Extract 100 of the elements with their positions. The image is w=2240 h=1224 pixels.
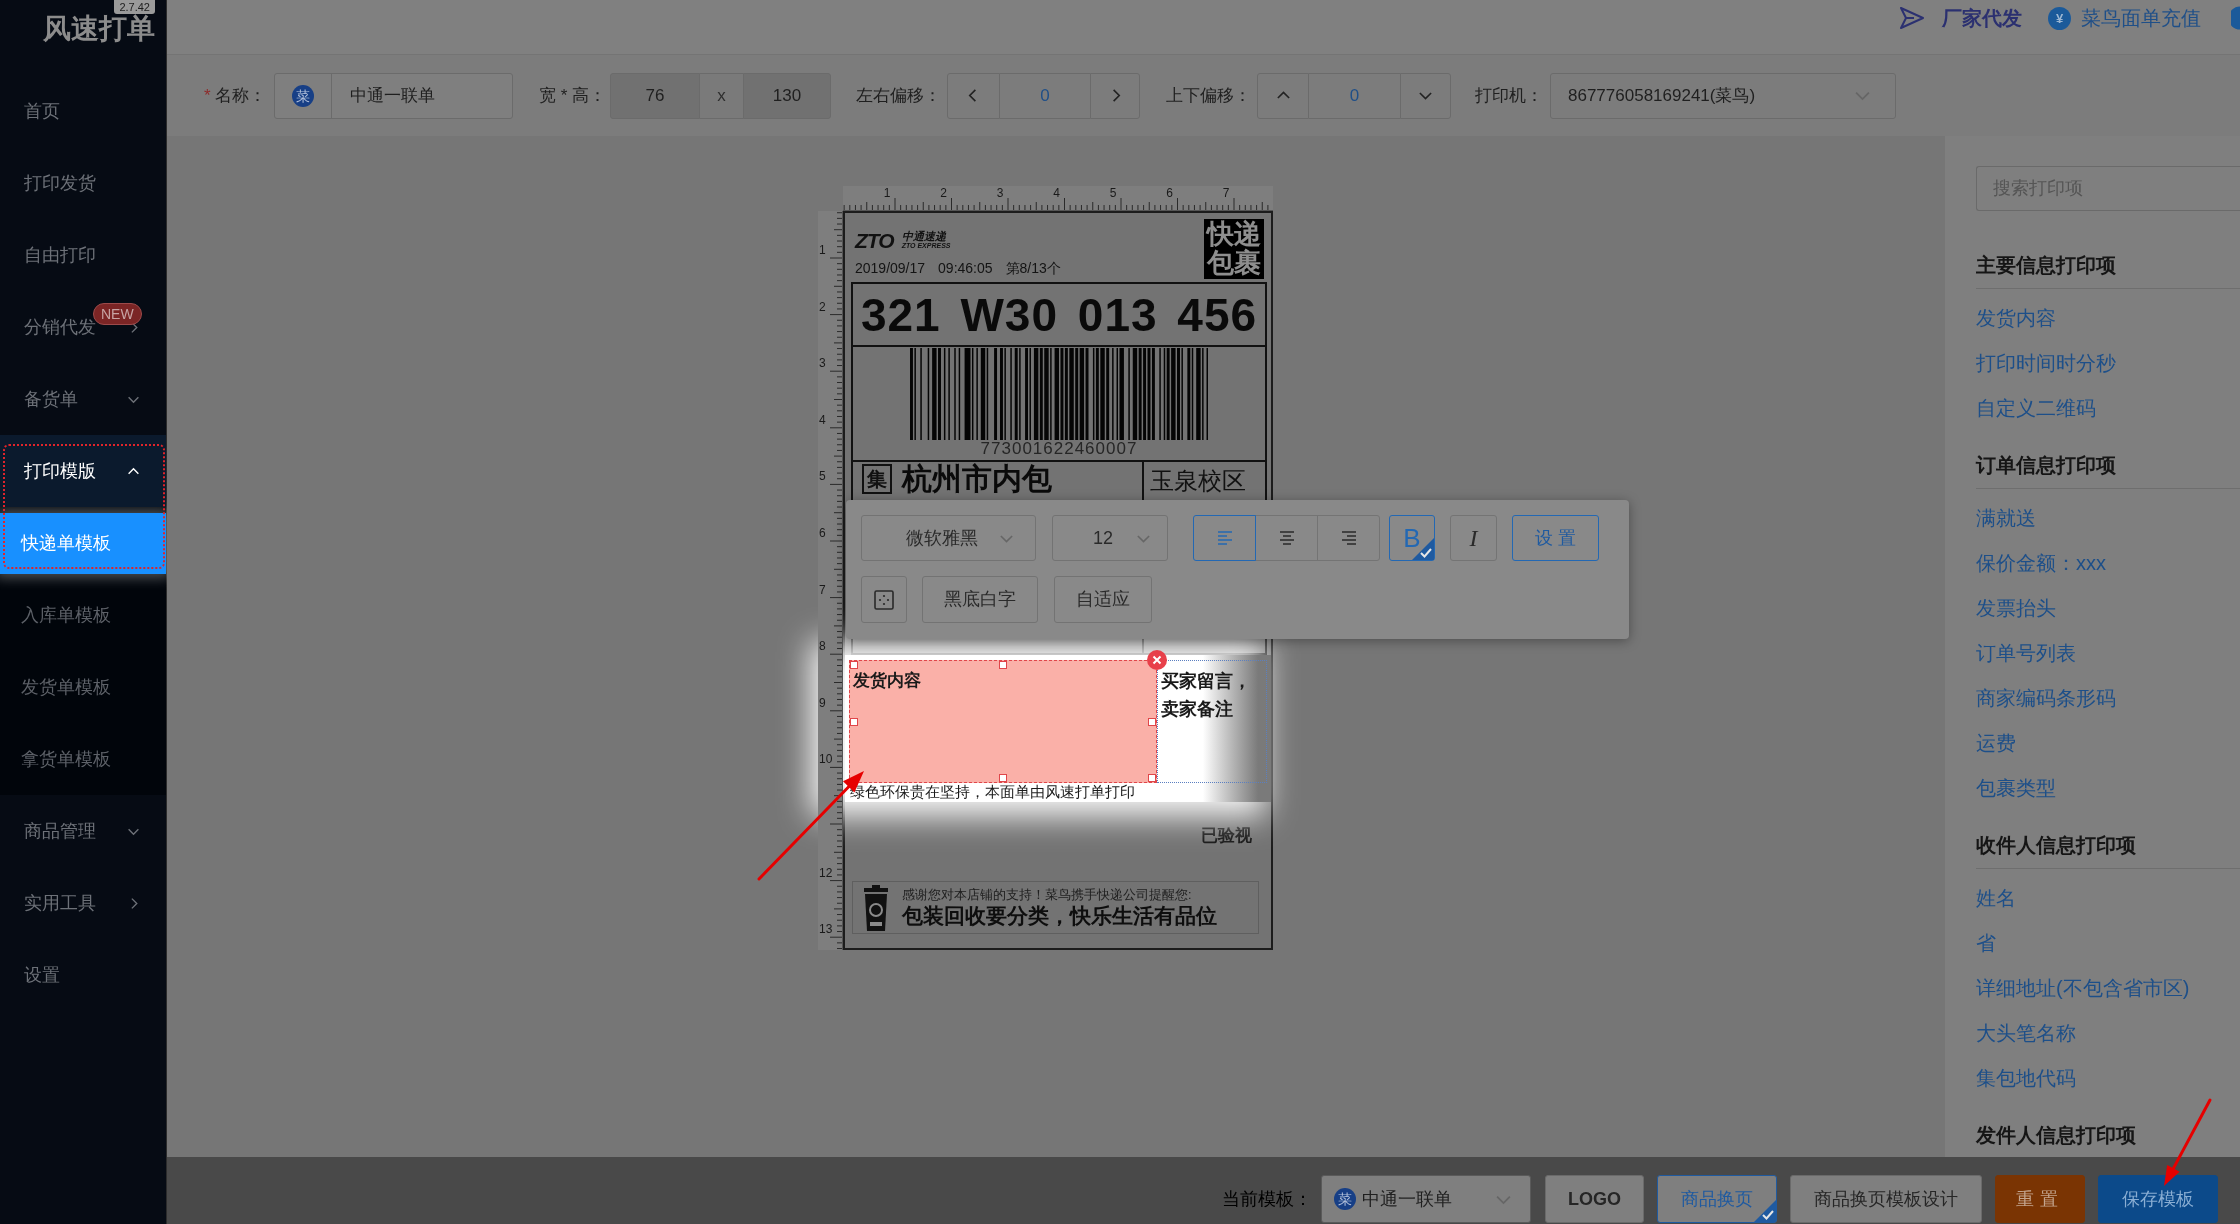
submenu-item[interactable]: 拿货单模板: [0, 728, 166, 790]
inspection-mark: 已验视: [1201, 826, 1252, 846]
section-title: 收件人信息打印项: [1976, 821, 2240, 869]
frame-toggle-button[interactable]: [861, 576, 907, 623]
ruler-number: 2: [819, 300, 826, 313]
offset-x-field[interactable]: 0: [1000, 72, 1090, 119]
print-item-link[interactable]: 包裹类型: [1976, 765, 2056, 810]
ruler-number: 4: [1053, 187, 1060, 199]
align-right-icon: [1340, 531, 1357, 545]
dotted-square-icon: [874, 589, 894, 610]
submenu-item[interactable]: 发货单模板: [0, 656, 166, 718]
ruler-number: 6: [1166, 187, 1173, 199]
check-corner-icon: [1754, 1200, 1776, 1222]
sidebar-item[interactable]: 商品管理: [0, 795, 166, 867]
sidebar-item[interactable]: 打印模版: [0, 435, 166, 507]
parcel-count: 第8/13个: [1005, 260, 1061, 276]
resize-handle[interactable]: [999, 774, 1007, 782]
align-center-icon: [1278, 531, 1295, 545]
resize-handle[interactable]: [1148, 717, 1156, 726]
label-field[interactable]: 发货内容: [849, 660, 1157, 783]
print-item-link[interactable]: 运费: [1976, 720, 2016, 765]
print-item-link[interactable]: 发货内容: [1976, 295, 2056, 340]
align-center-button[interactable]: [1255, 515, 1318, 561]
print-item-link[interactable]: 发票抬头: [1976, 585, 2056, 630]
sidebar-item[interactable]: 备货单: [0, 363, 166, 435]
footer-button[interactable]: 保存模板: [2098, 1175, 2218, 1223]
print-item-link[interactable]: 满就送: [1976, 495, 2036, 540]
ruler-number: 10: [819, 753, 833, 766]
name-field[interactable]: 菜 中通一联单: [274, 72, 513, 119]
font-select[interactable]: 微软雅黑: [861, 515, 1036, 561]
settings-button[interactable]: 设置: [1512, 515, 1599, 561]
field-label: 左右偏移：: [856, 84, 941, 107]
slogan: 包装回收要分类，快乐生活有品位: [902, 902, 1217, 928]
autofit-button[interactable]: 自适应: [1054, 576, 1152, 623]
resize-handle[interactable]: [1148, 774, 1156, 782]
header-link[interactable]: 厂家代发: [1899, 1, 2022, 35]
ruler-number: 5: [1109, 187, 1117, 199]
align-right-button[interactable]: [1317, 515, 1380, 561]
badge-icon: 菜: [1334, 1188, 1356, 1210]
footer-button[interactable]: LOGO: [1545, 1175, 1644, 1223]
close-icon[interactable]: [1147, 650, 1167, 670]
print-item-link[interactable]: 详细地址(不包含省市区): [1976, 965, 2190, 1010]
italic-button[interactable]: I: [1450, 515, 1497, 561]
app-logo: 风速打单: [43, 12, 155, 46]
print-item-link[interactable]: 商家编码条形码: [1976, 675, 2116, 720]
sidebar-item[interactable]: 分销代发 NEW: [0, 291, 166, 363]
sidebar-item[interactable]: 打印发货: [0, 147, 166, 219]
ruler-number: 7: [1222, 187, 1230, 199]
ruler-number: 12: [819, 866, 833, 879]
sidebar-item[interactable]: 实用工具: [0, 867, 166, 939]
ruler-number: 6: [819, 527, 826, 539]
submenu-item[interactable]: 快递单模板: [0, 512, 166, 574]
sidebar-item[interactable]: 自由打印: [0, 219, 166, 291]
label-field[interactable]: 买家留言，卖家备注: [1157, 660, 1267, 783]
sidebar-item[interactable]: 首页: [0, 75, 166, 147]
parcel-tag: 快递包裹: [1204, 219, 1264, 279]
print-item-link[interactable]: 姓名: [1976, 875, 2016, 920]
printer-select[interactable]: 867776058169241(菜鸟): [1550, 72, 1896, 119]
resize-handle[interactable]: [999, 661, 1007, 669]
resize-handle[interactable]: [850, 661, 858, 669]
resize-handle[interactable]: [850, 717, 858, 726]
print-item-link[interactable]: 自定义二维码: [1976, 385, 2096, 430]
ruler-number: 8: [819, 640, 826, 653]
ruler-number: 13: [819, 923, 833, 936]
header-link[interactable]: ¥ 菜鸟面单充值: [2048, 1, 2201, 35]
template-select[interactable]: 菜 中通一联单: [1321, 1175, 1531, 1223]
sidebar-item[interactable]: 设置: [0, 939, 166, 1011]
print-item-link[interactable]: 集包地代码: [1976, 1055, 2076, 1100]
height-field[interactable]: 130: [743, 72, 831, 119]
print-item-link[interactable]: 订单号列表: [1976, 630, 2076, 675]
print-item-link[interactable]: 打印时间时分秒: [1976, 340, 2116, 385]
align-left-icon: [1216, 531, 1233, 545]
ruler-number: 3: [819, 357, 826, 370]
print-date: 2019/09/17: [855, 260, 926, 276]
width-field[interactable]: 76: [610, 72, 700, 119]
times-sign: x: [700, 72, 743, 119]
barcode-number: 773001622460007: [980, 440, 1138, 458]
field-label: 宽 * 高：: [539, 84, 607, 107]
section-title: 主要信息打印项: [1976, 241, 2240, 289]
footer-button[interactable]: 商品换页模板设计: [1790, 1175, 1982, 1223]
collect-mark: 集: [862, 464, 892, 494]
destination: 杭州市内包: [902, 464, 1052, 494]
ruler-number: 1: [819, 244, 826, 256]
submenu-item[interactable]: 入库单模板: [0, 584, 166, 646]
brand-name: 中通速递: [901, 231, 947, 242]
field-label: 上下偏移：: [1166, 84, 1251, 107]
invert-button[interactable]: 黑底白字: [922, 576, 1038, 623]
required-mark: *: [204, 84, 211, 107]
ruler-number: 9: [819, 696, 826, 709]
print-item-link[interactable]: 省: [1976, 920, 1996, 965]
footer-button[interactable]: 商品换页: [1657, 1175, 1777, 1223]
offset-y-field[interactable]: 0: [1309, 72, 1400, 119]
field-label: 打印机：: [1475, 84, 1543, 107]
print-item-link[interactable]: 保价金额：xxx: [1976, 540, 2106, 585]
sort-code: 321 W30 013 456: [860, 289, 1258, 340]
size-select[interactable]: 12: [1052, 515, 1168, 561]
version-badge: 2.7.42: [114, 0, 155, 14]
ruler-number: 5: [819, 470, 826, 483]
print-item-link[interactable]: 大头笔名称: [1976, 1010, 2076, 1055]
footer-button[interactable]: 重置: [1995, 1175, 2085, 1223]
